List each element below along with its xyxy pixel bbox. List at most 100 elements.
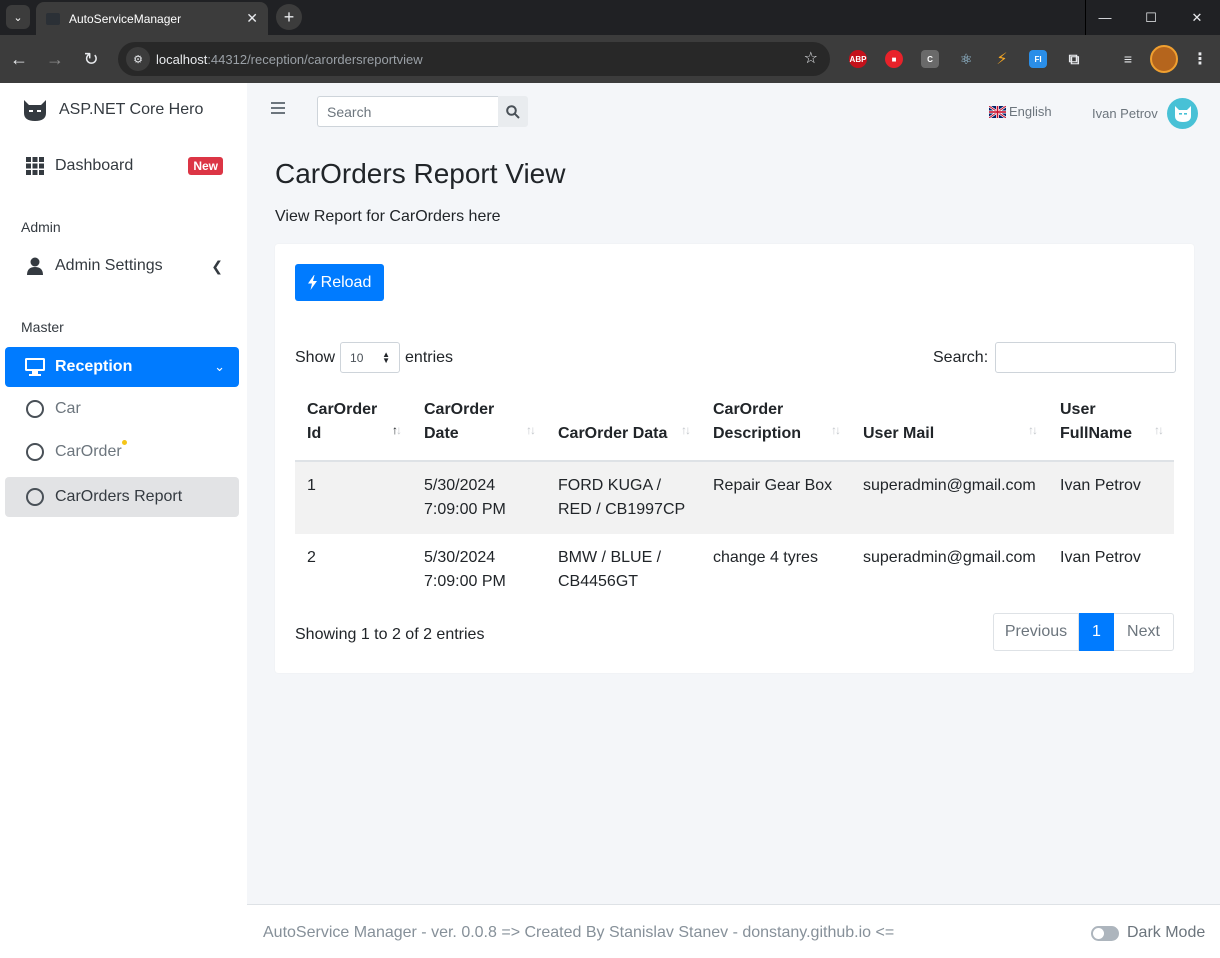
pagination: Previous 1 Next (993, 613, 1174, 651)
browser-toolbar: ← → ↻ ⚙ localhost:44312/reception/carord… (0, 35, 1220, 83)
url-host: localhost (156, 51, 208, 67)
table-info: Showing 1 to 2 of 2 entries (295, 626, 485, 643)
pagination-next[interactable]: Next (1114, 613, 1174, 651)
sidebar-item-carorders-report[interactable]: CarOrders Report (5, 477, 239, 517)
language-selector[interactable]: English (989, 104, 1052, 119)
brand-name: ASP.NET Core Hero (59, 101, 204, 118)
sidebar-item-label: Dashboard (55, 157, 134, 174)
c-extension-icon[interactable]: C (921, 50, 939, 68)
cell-mail: superadmin@gmail.com (851, 461, 1048, 534)
entries-label: entries (405, 348, 454, 366)
brand-link[interactable]: ASP.NET Core Hero (22, 97, 203, 123)
fi-extension-icon[interactable]: FI (1029, 50, 1047, 68)
sort-icon: ↑↓ (681, 423, 691, 437)
url-path: :44312/reception/carordersreportview (207, 51, 423, 67)
maximize-icon[interactable]: ☐ (1128, 0, 1174, 35)
shield-extension-icon[interactable]: ■ (885, 50, 903, 68)
user-name[interactable]: Ivan Petrov (1092, 106, 1158, 121)
sort-icon: ↑↓ (1028, 423, 1038, 437)
media-control-icon[interactable]: ≡ (1119, 50, 1137, 68)
page-length-select[interactable]: 10 ▲ ▼ (340, 342, 401, 373)
cell-id: 2 (307, 549, 316, 566)
reload-page-icon[interactable]: ↻ (79, 47, 103, 71)
forward-icon[interactable]: → (43, 47, 67, 71)
site-info-icon[interactable]: ⚙ (126, 47, 150, 71)
master-header: Master (21, 319, 64, 335)
user-icon (25, 257, 45, 275)
desktop-icon (25, 358, 45, 376)
cell-fullname: Ivan Petrov (1048, 461, 1174, 534)
cell-date: 5/30/2024 7:09:00 PM (412, 461, 546, 534)
sort-icon: ↑↓ (392, 423, 402, 437)
column-header-description[interactable]: CarOrder Description ↑↓ (701, 386, 851, 462)
column-header-id[interactable]: CarOrder Id ↑↓ (295, 386, 412, 462)
sort-icon: ↑↓ (526, 423, 536, 437)
sidebar-item-dashboard[interactable]: Dashboard New (5, 146, 239, 186)
footer-text: AutoService Manager - ver. 0.0.8 => Crea… (263, 924, 895, 941)
page-title: CarOrders Report View (275, 158, 566, 189)
cell-date: 5/30/2024 7:09:00 PM (424, 549, 506, 590)
column-header-data[interactable]: CarOrder Data ↑↓ (546, 386, 701, 462)
minimize-icon[interactable]: — (1082, 0, 1128, 35)
address-bar[interactable]: ⚙ localhost:44312/reception/carordersrep… (118, 42, 830, 76)
bolt-extension-icon[interactable]: ⚡ (993, 50, 1011, 68)
table-filter: Search: (933, 342, 1177, 373)
table-row: 2 5/30/2024 7:09:00 PM BMW / BLUE / CB4456… (295, 534, 1174, 606)
language-label: English (1009, 104, 1052, 119)
batman-avatar-icon (1174, 105, 1191, 122)
new-badge: New (188, 157, 223, 175)
sidebar-item-label: CarOrders Report (55, 488, 183, 505)
cell-fullname: Ivan Petrov (1060, 549, 1141, 566)
tab-favicon-icon (46, 12, 60, 25)
grid-icon (25, 157, 45, 175)
carorders-table: CarOrder Id ↑↓ CarOrder Date ↑↓ CarOrder Dat… (295, 386, 1174, 606)
column-header-user-fullname[interactable]: User FullName ↑↓ (1048, 386, 1174, 462)
column-header-date[interactable]: CarOrder Date ↑↓ (412, 386, 546, 462)
user-avatar[interactable] (1167, 98, 1198, 129)
reload-button[interactable]: Reload (295, 264, 384, 301)
dark-mode-toggle[interactable] (1091, 926, 1119, 941)
sort-arrows-icon: ▲ ▼ (382, 349, 391, 365)
react-devtools-icon[interactable]: ⚛ (957, 50, 975, 68)
sidebar-item-carorder[interactable]: CarOrder (5, 432, 239, 472)
sidebar-item-label: Car (55, 400, 81, 417)
back-icon[interactable]: ← (7, 47, 31, 71)
tab-search-button[interactable]: ⌄ (6, 5, 30, 29)
cell-description: Repair Gear Box (701, 461, 851, 534)
bookmark-star-icon[interactable]: ☆ (804, 48, 818, 68)
sort-icon: ↑↓ (1154, 423, 1164, 437)
batman-logo-icon (24, 100, 46, 121)
profile-avatar[interactable] (1150, 45, 1178, 73)
new-tab-button[interactable]: + (276, 4, 302, 30)
indicator-dot (122, 440, 127, 445)
column-header-user-mail[interactable]: User Mail ↑↓ (851, 386, 1048, 462)
search-input[interactable] (317, 96, 498, 127)
cell-data: FORD KUGA / RED / CB1997CP (546, 461, 701, 534)
browser-menu-icon[interactable]: ⋮ (1191, 50, 1209, 68)
circle-icon (26, 400, 44, 418)
pagination-previous[interactable]: Previous (993, 613, 1079, 651)
table-search-input[interactable] (995, 342, 1177, 373)
table-row: 1 5/30/2024 7:09:00 PM FORD KUGA / RED / C… (295, 461, 1174, 534)
top-navbar: English Ivan Petrov (247, 83, 1220, 140)
page-length-control: Show 10 ▲ ▼ entries (295, 342, 453, 373)
hamburger-menu-icon[interactable] (271, 102, 285, 117)
dark-mode-label: Dark Mode (1127, 924, 1206, 941)
sidebar-item-label: Reception (55, 358, 133, 375)
sidebar-item-reception[interactable]: Reception ⌄ (5, 347, 239, 387)
sidebar-item-admin-settings[interactable]: Admin Settings ❮ (5, 246, 239, 286)
pagination-page-1[interactable]: 1 (1079, 613, 1114, 651)
cell-data: BMW / BLUE / CB4456GT (558, 549, 662, 590)
sidebar-item-car[interactable]: Car (5, 389, 239, 429)
browser-tab[interactable]: AutoServiceManager ✕ (36, 2, 268, 35)
uk-flag-icon (989, 105, 1006, 118)
footer: AutoService Manager - ver. 0.0.8 => Crea… (247, 904, 1220, 958)
circle-icon (26, 488, 44, 506)
search-button[interactable] (498, 96, 528, 127)
adblock-extension-icon[interactable]: ABP (849, 50, 867, 68)
tab-close-icon[interactable]: ✕ (246, 10, 258, 27)
window-close-icon[interactable]: ✕ (1174, 0, 1220, 35)
bolt-icon (307, 275, 317, 290)
sidebar-item-label: Admin Settings (55, 257, 163, 274)
extensions-puzzle-icon[interactable]: ⧉ (1065, 50, 1083, 68)
